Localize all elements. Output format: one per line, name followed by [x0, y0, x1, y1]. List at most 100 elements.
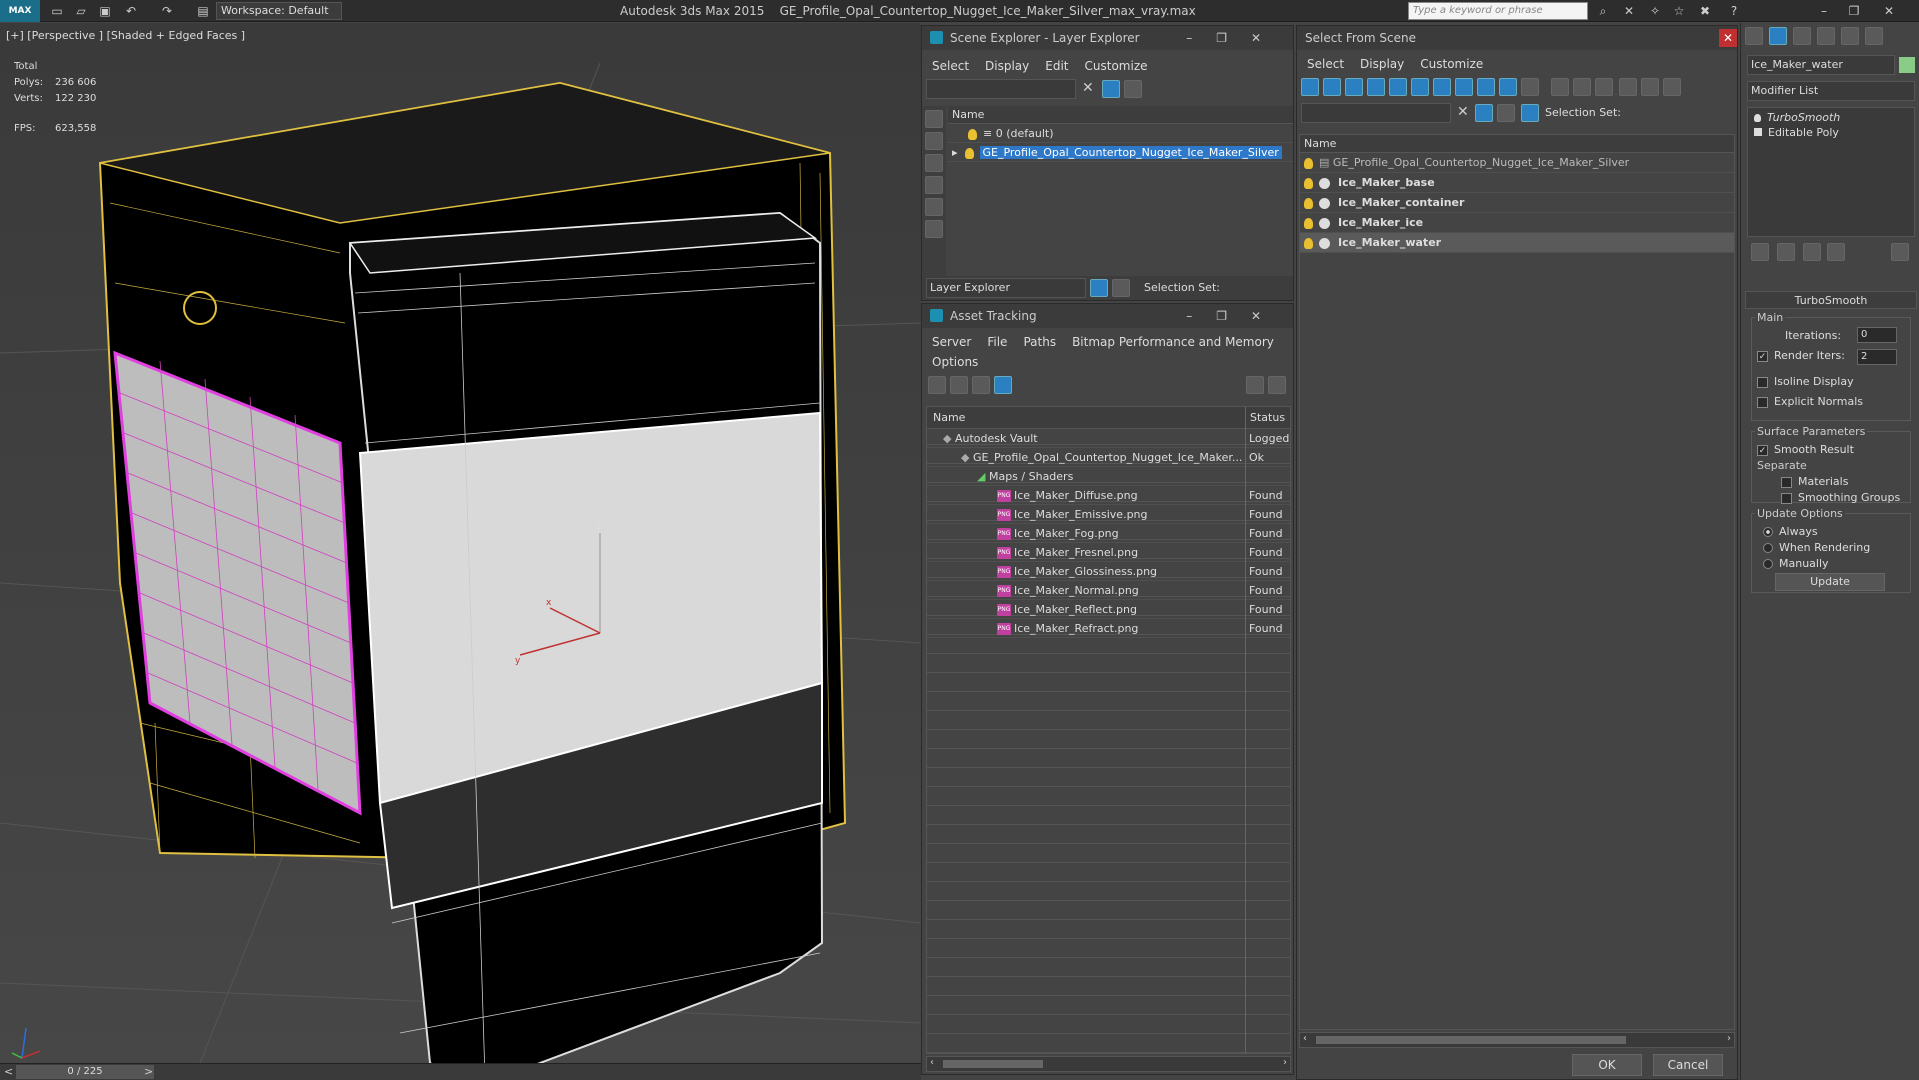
- scene-object-row[interactable]: ▤ GE_Profile_Opal_Countertop_Nugget_Ice_…: [1300, 153, 1734, 173]
- save-file-icon[interactable]: ▣: [96, 3, 114, 19]
- display-spacewarps-icon[interactable]: [925, 220, 943, 238]
- isoline-display-checkbox[interactable]: [1757, 376, 1768, 388]
- asset-row[interactable]: ◆ Autodesk Vault Logged: [927, 429, 1290, 448]
- window-controls[interactable]: –❐✕: [1186, 26, 1285, 50]
- hierarchy-tab-icon[interactable]: [1793, 27, 1811, 45]
- scene-object-row[interactable]: Ice_Maker_ice: [1300, 213, 1734, 233]
- select-invert-icon[interactable]: [1595, 78, 1613, 96]
- search-input[interactable]: Type a keyword or phrase: [1408, 2, 1588, 20]
- asset-row[interactable]: PNG Ice_Maker_Glossiness.png Found: [927, 562, 1290, 581]
- select-from-scene-titlebar[interactable]: Select From Scene ✕: [1297, 26, 1737, 50]
- filter-bones-icon[interactable]: [1477, 78, 1495, 96]
- menu-display[interactable]: Display: [1360, 57, 1404, 71]
- filter-cameras-icon[interactable]: [1367, 78, 1385, 96]
- filter-shapes-icon[interactable]: [1323, 78, 1341, 96]
- display-helpers-icon[interactable]: [925, 198, 943, 216]
- window-controls[interactable]: –❐✕: [1186, 304, 1285, 328]
- exchange-icon[interactable]: ✖: [1696, 3, 1714, 19]
- utilities-tab-icon[interactable]: [1865, 27, 1883, 45]
- undo-icon[interactable]: ↶: [122, 3, 140, 19]
- filter-frozen-icon[interactable]: [1521, 78, 1539, 96]
- scroll-right-icon[interactable]: ›: [1283, 1057, 1287, 1068]
- app-logo[interactable]: MAX: [0, 0, 40, 22]
- column-header-name[interactable]: Name: [1300, 135, 1734, 153]
- asset-row[interactable]: PNG Ice_Maker_Diffuse.png Found: [927, 486, 1290, 505]
- asset-help-icon[interactable]: [1246, 376, 1264, 394]
- community-icon[interactable]: ✧: [1646, 3, 1664, 19]
- menu-customize[interactable]: Customize: [1420, 57, 1483, 71]
- close-icon[interactable]: ✕: [1880, 3, 1898, 19]
- time-prev-icon[interactable]: <: [4, 1065, 13, 1078]
- select-search-input[interactable]: [1301, 103, 1451, 123]
- filter-containers-icon[interactable]: [1499, 78, 1517, 96]
- project-folder-icon[interactable]: ▤: [194, 3, 212, 19]
- clear-search-icon[interactable]: ✕: [1457, 104, 1469, 120]
- menu-select[interactable]: Select: [932, 59, 969, 73]
- column-header-name[interactable]: Name: [948, 106, 1293, 124]
- layer-explorer-icon[interactable]: [1090, 279, 1108, 297]
- modify-tab-icon[interactable]: [1769, 27, 1787, 45]
- asset-row[interactable]: ◆ GE_Profile_Opal_Countertop_Nugget_Ice_…: [927, 448, 1290, 467]
- scroll-left-icon[interactable]: ‹: [1303, 1033, 1307, 1044]
- light-bulb-icon[interactable]: [968, 128, 977, 140]
- explicit-normals-row[interactable]: Explicit Normals: [1757, 395, 1863, 408]
- isoline-display-row[interactable]: Isoline Display: [1757, 375, 1854, 388]
- sync-selection-icon[interactable]: [1663, 78, 1681, 96]
- smooth-result-row[interactable]: ✓ Smooth Result: [1757, 443, 1854, 456]
- smoothing-groups-row[interactable]: Smoothing Groups: [1781, 491, 1900, 504]
- time-slider[interactable]: < 0 / 225 >: [0, 1063, 921, 1080]
- binoculars-icon[interactable]: ⌕: [1594, 3, 1612, 19]
- light-bulb-icon[interactable]: [1304, 217, 1313, 229]
- column-header-name[interactable]: Name: [933, 407, 965, 429]
- make-unique-icon[interactable]: [1803, 243, 1821, 261]
- turbosmooth-rollout-header[interactable]: TurboSmooth: [1745, 291, 1917, 309]
- asset-horizontal-scrollbar[interactable]: ‹ ›: [926, 1056, 1291, 1072]
- filter-helpers-icon[interactable]: [1389, 78, 1407, 96]
- asset-row[interactable]: PNG Ice_Maker_Reflect.png Found: [927, 600, 1290, 619]
- filter-xrefs-icon[interactable]: [1455, 78, 1473, 96]
- materials-checkbox[interactable]: [1781, 476, 1792, 488]
- hierarchy-options-icon[interactable]: [1641, 78, 1659, 96]
- selection-set-icon[interactable]: [1521, 104, 1539, 122]
- explicit-normals-checkbox[interactable]: [1757, 396, 1768, 408]
- cancel-button[interactable]: Cancel: [1653, 1054, 1723, 1076]
- scene-explorer-search-input[interactable]: [926, 79, 1076, 99]
- scrollbar-thumb[interactable]: [943, 1060, 1043, 1068]
- help-icon[interactable]: ?: [1725, 3, 1743, 19]
- asset-row[interactable]: PNG Ice_Maker_Normal.png Found: [927, 581, 1290, 600]
- explorer-type-dropdown[interactable]: Layer Explorer: [926, 278, 1086, 298]
- perspective-viewport[interactable]: [+] [Perspective ] [Shaded + Edged Faces…: [0, 23, 921, 1063]
- time-slider-thumb[interactable]: 0 / 225: [16, 1065, 154, 1079]
- list-view-icon[interactable]: [950, 376, 968, 394]
- expand-arrow-icon[interactable]: ▸: [952, 146, 965, 159]
- object-list-scrollbar[interactable]: ‹ ›: [1299, 1032, 1735, 1048]
- open-file-icon[interactable]: ▱: [72, 3, 90, 19]
- filter-spacewarps-icon[interactable]: [1411, 78, 1429, 96]
- light-bulb-icon[interactable]: [964, 147, 974, 159]
- ok-button[interactable]: OK: [1572, 1054, 1642, 1076]
- thumbnail-view-icon[interactable]: [972, 376, 990, 394]
- update-when-rendering-radio[interactable]: [1763, 543, 1773, 553]
- object-color-swatch[interactable]: [1899, 57, 1915, 73]
- scroll-right-icon[interactable]: ›: [1727, 1033, 1731, 1044]
- layer-row-ice-maker[interactable]: ▸ GE_Profile_Opal_Countertop_Nugget_Ice_…: [948, 143, 1293, 162]
- light-bulb-icon[interactable]: [1304, 197, 1313, 209]
- scrollbar-thumb[interactable]: [1316, 1036, 1626, 1044]
- menu-display[interactable]: Display: [985, 59, 1029, 73]
- menu-edit[interactable]: Edit: [1045, 59, 1068, 73]
- display-tab-icon[interactable]: [1841, 27, 1859, 45]
- pin-stack-icon[interactable]: [1751, 243, 1769, 261]
- display-lights-icon[interactable]: [925, 154, 943, 172]
- asset-row[interactable]: PNG Ice_Maker_Refract.png Found: [927, 619, 1290, 638]
- light-bulb-icon[interactable]: [1304, 177, 1313, 189]
- menu-customize[interactable]: Customize: [1085, 59, 1148, 73]
- update-always-radio[interactable]: [1763, 527, 1773, 537]
- light-bulb-icon[interactable]: [1304, 237, 1313, 249]
- menu-options[interactable]: Options: [932, 355, 978, 369]
- refresh-icon[interactable]: [928, 376, 946, 394]
- asset-row[interactable]: PNG Ice_Maker_Fresnel.png Found: [927, 543, 1290, 562]
- scene-object-row[interactable]: Ice_Maker_water: [1300, 233, 1734, 253]
- layer-options-icon[interactable]: [1124, 80, 1142, 98]
- create-tab-icon[interactable]: [1745, 27, 1763, 45]
- render-iters-row[interactable]: ✓ Render Iters:: [1757, 349, 1845, 362]
